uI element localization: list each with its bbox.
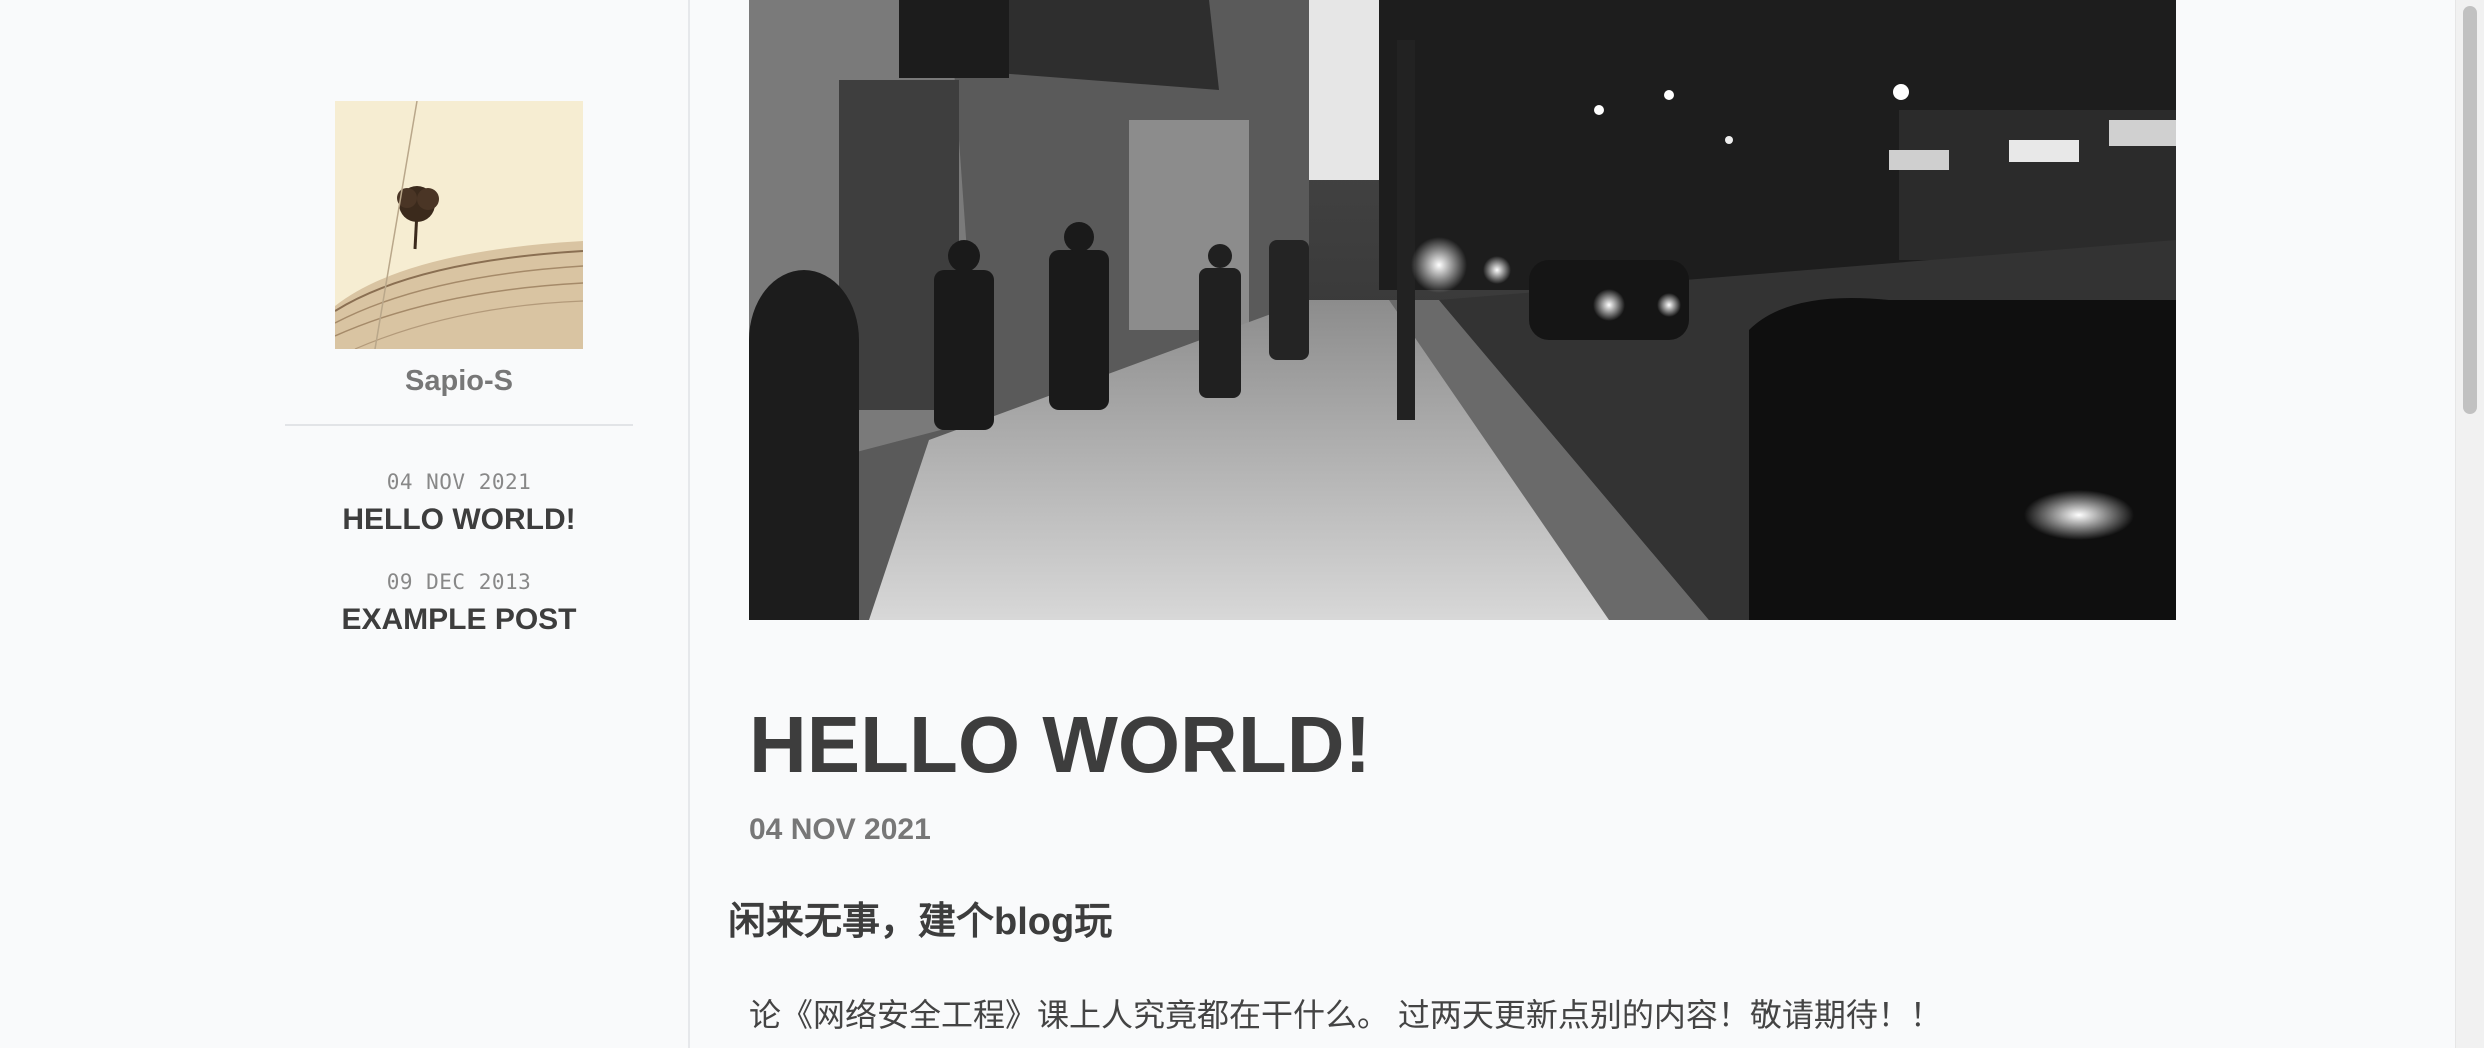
article-date: 04 NOV 2021 <box>749 813 931 846</box>
avatar[interactable] <box>335 101 583 349</box>
post-list-item: 04 NOV 2021 HELLO WORLD! <box>285 468 633 544</box>
post-list-item: 09 DEC 2013 EXAMPLE POST <box>285 568 633 644</box>
author-name[interactable]: Sapio-S <box>285 365 633 398</box>
post-date: 09 DEC 2013 <box>386 570 532 594</box>
sidebar-divider <box>285 424 633 426</box>
article-paragraph: 论《网络安全工程》课上人究竟都在干什么。 过两天更新点别的内容！敬请期待！！ <box>749 997 1942 1033</box>
article-heading: 闲来无事，建个blog玩 <box>728 901 1113 943</box>
hero-image <box>749 0 2176 620</box>
vertical-scrollbar[interactable] <box>2455 0 2484 1048</box>
article-title: HELLO WORLD! <box>749 700 1372 789</box>
scrollbar-thumb[interactable] <box>2463 6 2477 414</box>
sidebar: Sapio-S 04 NOV 2021 HELLO WORLD! 09 DEC … <box>0 0 690 1048</box>
post-link-example-post[interactable]: EXAMPLE POST <box>285 596 633 644</box>
blog-page: Sapio-S 04 NOV 2021 HELLO WORLD! 09 DEC … <box>0 0 2484 1048</box>
post-date: 04 NOV 2021 <box>386 470 532 494</box>
post-link-hello-world[interactable]: HELLO WORLD! <box>285 496 633 544</box>
tree-on-hill-illustration <box>335 101 583 349</box>
main-content: HELLO WORLD! 04 NOV 2021 闲来无事，建个blog玩 论《… <box>690 0 2456 1048</box>
street-night-photo <box>749 0 2176 620</box>
post-list: 04 NOV 2021 HELLO WORLD! 09 DEC 2013 EXA… <box>285 468 633 668</box>
